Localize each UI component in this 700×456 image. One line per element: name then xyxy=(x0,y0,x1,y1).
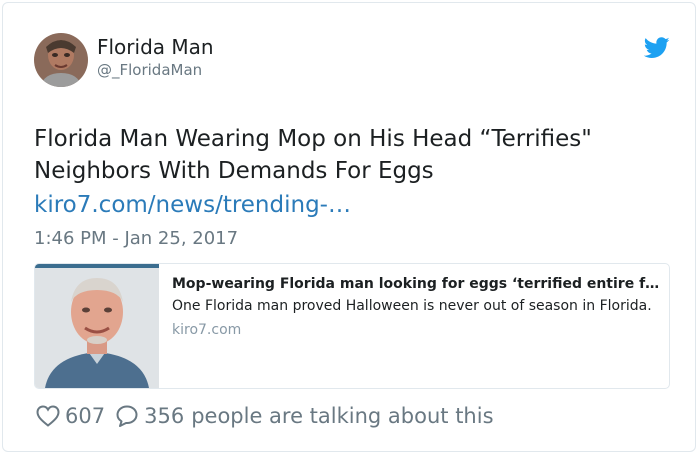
reply-button[interactable]: 356 xyxy=(115,404,191,428)
tweet-link[interactable]: kiro7.com/news/trending-… xyxy=(34,189,351,221)
card-title: Mop-wearing Florida man looking for eggs… xyxy=(172,276,660,292)
display-name[interactable]: Florida Man xyxy=(97,35,214,59)
speech-bubble-icon xyxy=(116,405,138,427)
avatar-photo-icon xyxy=(34,33,88,87)
avatar[interactable] xyxy=(34,33,88,87)
tweet-card: Florida Man @_FloridaMan Florida Man Wea… xyxy=(2,2,696,452)
link-preview-card[interactable]: Mop-wearing Florida man looking for eggs… xyxy=(34,263,670,389)
like-count: 607 xyxy=(65,404,106,428)
heart-icon xyxy=(36,405,60,427)
like-button[interactable]: 607 xyxy=(36,404,115,428)
card-description: One Florida man proved Halloween is neve… xyxy=(172,298,652,314)
tweet-timestamp[interactable]: 1:46 PM - Jan 25, 2017 xyxy=(34,228,238,249)
reply-count: 356 xyxy=(144,404,185,428)
card-image xyxy=(35,264,159,388)
talking-about-text[interactable]: people are talking about this xyxy=(191,404,493,428)
tweet-actions: 607 356 people are talking about this xyxy=(36,401,494,431)
mugshot-photo-icon xyxy=(35,264,159,388)
twitter-bird-icon[interactable] xyxy=(644,37,670,59)
card-domain: kiro7.com xyxy=(172,322,242,338)
user-handle[interactable]: @_FloridaMan xyxy=(97,61,202,79)
tweet-text: Florida Man Wearing Mop on His Head “Ter… xyxy=(34,126,592,184)
